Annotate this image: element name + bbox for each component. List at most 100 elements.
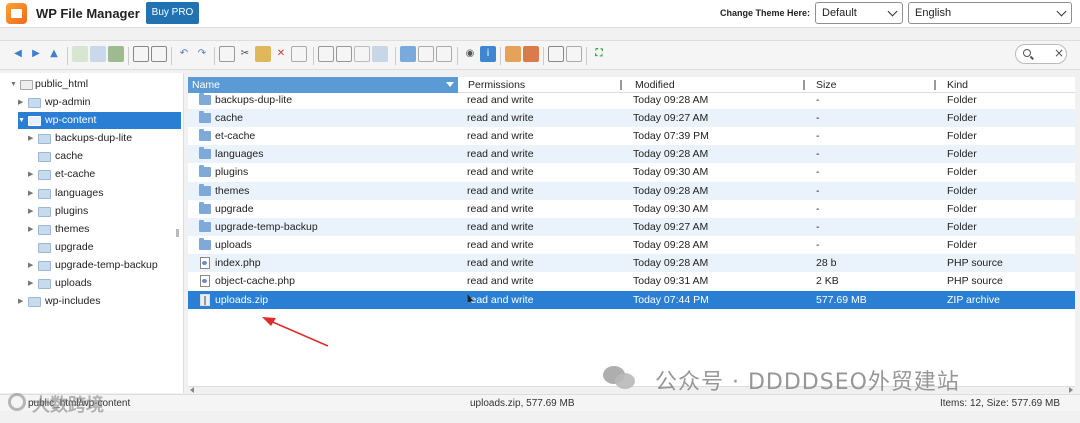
- cell-modified: Today 09:28 AM: [633, 94, 709, 106]
- file-group: [72, 46, 124, 65]
- info-icon[interactable]: i: [480, 46, 496, 62]
- cell-kind: Folder: [947, 148, 977, 160]
- column-kind-label: Kind: [947, 79, 969, 91]
- table-row[interactable]: object-cache.php read and write Today 09…: [188, 272, 1075, 290]
- tree-item-upgrade[interactable]: upgrade: [28, 239, 178, 256]
- table-row[interactable]: plugins read and write Today 09:30 AM - …: [188, 163, 1075, 181]
- caret-right-icon[interactable]: ▶: [28, 257, 36, 274]
- upload-icon[interactable]: [90, 46, 106, 62]
- tree-item-wp-includes[interactable]: ▶ wp-includes: [18, 293, 178, 310]
- cell-name: et-cache: [215, 130, 256, 142]
- extract-icon[interactable]: [400, 46, 416, 62]
- table-row[interactable]: et-cache read and write Today 07:39 PM -…: [188, 127, 1075, 145]
- tree-item-languages[interactable]: ▶ languages: [28, 185, 178, 202]
- cell-permissions: read and write: [467, 275, 534, 287]
- cell-kind: ZIP archive: [947, 294, 1000, 306]
- toolbar-divider: [67, 47, 68, 65]
- search-box[interactable]: ×: [1015, 44, 1067, 64]
- caret-right-icon[interactable]: ▶: [28, 221, 36, 238]
- toolbar-divider: [543, 47, 544, 65]
- table-row-selected[interactable]: uploads.zip read and write Today 07:44 P…: [188, 291, 1075, 309]
- preview-eye-icon[interactable]: ◉: [462, 46, 478, 62]
- list-view-icon[interactable]: [566, 46, 582, 62]
- table-row[interactable]: backups-dup-lite read and write Today 09…: [188, 91, 1075, 109]
- share-icon[interactable]: [523, 46, 539, 62]
- tree-item-wp-content[interactable]: ▼ wp-content: [18, 112, 181, 129]
- table-row[interactable]: cache read and write Today 09:27 AM - Fo…: [188, 109, 1075, 127]
- wechat-logo-icon: [603, 366, 635, 390]
- tree-item-wp-admin[interactable]: ▶ wp-admin: [18, 94, 182, 111]
- caret-right-icon[interactable]: ▶: [28, 275, 36, 292]
- archive-icon[interactable]: [418, 46, 434, 62]
- theme-select-value: Default: [822, 7, 857, 19]
- table-row[interactable]: upgrade read and write Today 09:30 AM - …: [188, 200, 1075, 218]
- tree-item-upgrade-temp-backup[interactable]: ▶ upgrade-temp-backup: [28, 257, 178, 274]
- tree-item-label: wp-content: [45, 114, 97, 126]
- permissions-icon[interactable]: [505, 46, 521, 62]
- tree-item-cache[interactable]: cache: [28, 148, 178, 165]
- language-select[interactable]: English: [908, 2, 1072, 24]
- duplicate-icon[interactable]: [318, 46, 334, 62]
- tree-item-uploads[interactable]: ▶ uploads: [28, 275, 178, 292]
- caret-down-icon[interactable]: ▼: [10, 76, 18, 93]
- search-icon: [1023, 49, 1031, 57]
- edit-file-icon[interactable]: [354, 46, 370, 62]
- tree-scroll-handle[interactable]: [176, 229, 179, 237]
- reload-icon[interactable]: [72, 46, 88, 62]
- clear-search-icon[interactable]: ×: [1054, 46, 1064, 60]
- paste-icon[interactable]: [255, 46, 271, 62]
- download-icon[interactable]: [151, 46, 167, 62]
- folder-icon: [38, 207, 51, 217]
- cell-modified: Today 09:28 AM: [633, 239, 709, 251]
- tree-item-themes[interactable]: ▶ themes: [28, 221, 178, 238]
- cell-name: uploads.zip: [215, 294, 269, 306]
- rename-icon[interactable]: [336, 46, 352, 62]
- theme-select[interactable]: Default: [815, 2, 903, 24]
- back-icon[interactable]: ◀: [10, 46, 26, 62]
- caret-right-icon[interactable]: ▶: [28, 130, 36, 147]
- forward-icon[interactable]: ▶: [28, 46, 44, 62]
- search-files-icon[interactable]: [436, 46, 452, 62]
- undo-icon[interactable]: ↶: [176, 46, 192, 62]
- column-permissions-label: Permissions: [468, 79, 526, 91]
- tree-item-plugins[interactable]: ▶ plugins: [28, 203, 178, 220]
- table-row[interactable]: upgrade-temp-backup read and write Today…: [188, 218, 1075, 236]
- folder-icon: [38, 225, 51, 235]
- icons-view-icon[interactable]: [548, 46, 564, 62]
- folder-icon: [38, 189, 51, 199]
- tree-item-public-html[interactable]: ▼ public_html: [10, 76, 182, 93]
- tree-item-et-cache[interactable]: ▶ et-cache: [28, 166, 178, 183]
- caret-right-icon[interactable]: ▶: [28, 166, 36, 183]
- caret-right-icon[interactable]: ▶: [28, 185, 36, 202]
- column-resize-handle[interactable]: [803, 80, 805, 90]
- cell-modified: Today 09:31 AM: [633, 275, 709, 287]
- up-folder-icon[interactable]: ▲: [46, 46, 62, 62]
- caret-right-icon[interactable]: ▶: [18, 293, 26, 310]
- cell-kind: Folder: [947, 166, 977, 178]
- perm-group: [505, 46, 539, 65]
- caret-down-icon[interactable]: ▼: [18, 112, 26, 129]
- resize-icon[interactable]: [372, 46, 388, 62]
- table-row[interactable]: themes read and write Today 09:28 AM - F…: [188, 182, 1075, 200]
- table-row[interactable]: index.php read and write Today 09:28 AM …: [188, 254, 1075, 272]
- tree-item-backups-dup-lite[interactable]: ▶ backups-dup-lite: [28, 130, 178, 147]
- empty-icon[interactable]: [291, 46, 307, 62]
- column-resize-handle[interactable]: [620, 80, 622, 90]
- fullscreen-group: ⛶: [591, 46, 607, 65]
- cell-name: cache: [215, 112, 244, 124]
- caret-right-icon[interactable]: ▶: [28, 203, 36, 220]
- open-icon[interactable]: [133, 46, 149, 62]
- copy-icon[interactable]: [219, 46, 235, 62]
- delete-icon[interactable]: ✕: [273, 46, 289, 62]
- status-items: Items: 12, Size: 577.69 MB: [939, 398, 1060, 409]
- redo-icon[interactable]: ↷: [194, 46, 210, 62]
- table-row[interactable]: uploads read and write Today 09:28 AM - …: [188, 236, 1075, 254]
- save-icon[interactable]: [108, 46, 124, 62]
- table-row[interactable]: languages read and write Today 09:28 AM …: [188, 145, 1075, 163]
- buy-pro-button[interactable]: Buy PRO: [146, 2, 199, 24]
- fullscreen-icon[interactable]: ⛶: [591, 46, 607, 62]
- column-resize-handle[interactable]: [934, 80, 936, 90]
- cell-modified: Today 09:28 AM: [633, 148, 709, 160]
- caret-right-icon[interactable]: ▶: [18, 94, 26, 111]
- cut-icon[interactable]: ✂: [237, 46, 253, 62]
